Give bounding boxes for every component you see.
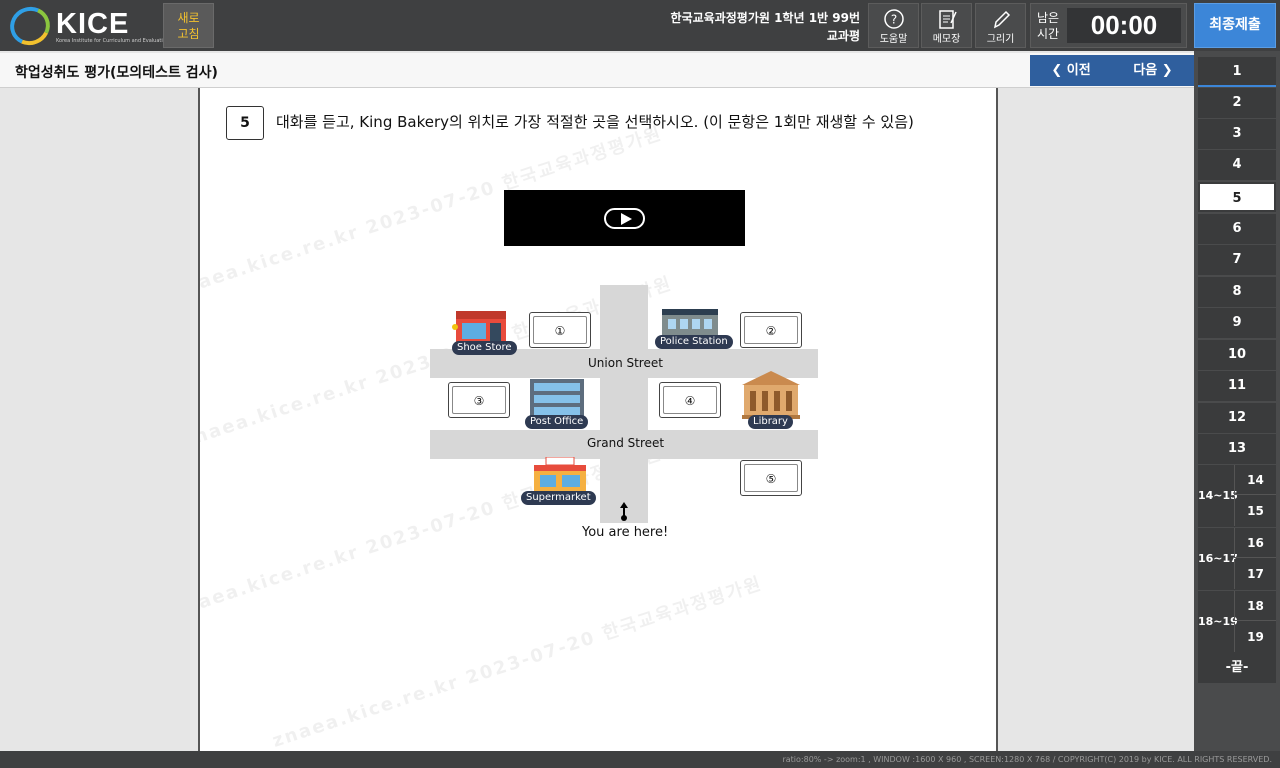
nav-question-14[interactable]: 14 [1234, 465, 1276, 495]
nav-question-9[interactable]: 9 [1198, 308, 1276, 338]
grand-street-label: Grand Street [587, 436, 665, 450]
union-street-label: Union Street [588, 356, 663, 370]
choice-5[interactable]: ⑤ [740, 460, 802, 496]
student-info: 한국교육과정평가원 1학년 1반 99번 교과평 [671, 9, 860, 45]
library-label: Library [748, 415, 793, 429]
nav-question-1[interactable]: 1 [1198, 57, 1276, 87]
help-icon: ? [869, 4, 918, 30]
nav-question-10[interactable]: 10 [1198, 340, 1276, 370]
choice-4-label: ④ [663, 386, 717, 414]
location-marker-icon [619, 502, 629, 526]
final-submit-button[interactable]: 최종제출 [1194, 3, 1276, 48]
prev-button[interactable]: ❮ 이전 [1030, 55, 1112, 86]
nav-question-19[interactable]: 19 [1234, 622, 1276, 652]
nav-group-18-19: 18~19 18 19 [1198, 591, 1276, 653]
logo-subtitle: Korea Institute for Curriculum and Evalu… [56, 38, 169, 44]
memo-button[interactable]: 메모장 [921, 3, 972, 48]
memo-label: 메모장 [932, 34, 961, 45]
help-label: 도움말 [879, 34, 908, 45]
question-content: znaea.kice.re.kr 2023-07-20 한국교육과정평가원 zn… [198, 88, 998, 751]
choice-3[interactable]: ③ [448, 382, 510, 418]
choice-3-label: ③ [452, 386, 506, 414]
nav-question-16[interactable]: 16 [1234, 528, 1276, 558]
refresh-label-2: 고침 [177, 27, 200, 41]
help-button[interactable]: ? 도움말 [868, 3, 919, 48]
audio-player[interactable] [504, 190, 745, 246]
group-label: 14~15 [1198, 489, 1238, 502]
nav-group-14-15: 14~15 14 15 [1198, 465, 1276, 527]
question-number: 5 [226, 106, 264, 140]
kice-logo: KICE Korea Institute for Curriculum and … [4, 1, 169, 51]
student-name: 교과평 [826, 29, 860, 43]
next-button[interactable]: 다음 ❯ [1112, 55, 1194, 86]
watermark: znaea.kice.re.kr 2023-07-20 한국교육과정평가원 [269, 573, 766, 751]
nav-question-4[interactable]: 4 [1198, 150, 1276, 180]
top-bar: KICE Korea Institute for Curriculum and … [0, 0, 1280, 51]
timer-value: 00:00 [1067, 8, 1181, 43]
test-title: 학업성취도 평가(모의테스트 검사) [15, 65, 218, 81]
pen-icon [976, 4, 1025, 30]
nav-question-12[interactable]: 12 [1198, 403, 1276, 433]
group-label: 18~19 [1198, 615, 1238, 628]
refresh-button[interactable]: 새로 고침 [163, 3, 214, 48]
supermarket-icon [532, 456, 588, 495]
draw-button[interactable]: 그리기 [975, 3, 1026, 48]
refresh-label-1: 새로 [177, 11, 200, 25]
supermarket-label: Supermarket [521, 491, 596, 505]
post-office-label: Post Office [525, 415, 589, 429]
shoe-store-label: Shoe Store [452, 341, 517, 355]
choice-5-label: ⑤ [744, 464, 798, 492]
nav-question-18[interactable]: 18 [1234, 591, 1276, 621]
choice-1-label: ① [533, 316, 587, 344]
nav-question-17[interactable]: 17 [1234, 559, 1276, 589]
you-are-here-label: You are here! [582, 525, 669, 540]
test-header: 학업성취도 평가(모의테스트 검사) ❮ 이전 다음 ❯ [0, 53, 1194, 88]
footer: ratio:80% -> zoom:1 , WINDOW :1600 X 960… [0, 751, 1280, 768]
nav-question-13[interactable]: 13 [1198, 434, 1276, 464]
play-icon[interactable] [604, 208, 645, 229]
nav-question-5[interactable]: 5 [1198, 182, 1276, 212]
timer-label: 남은 시간 [1037, 11, 1060, 41]
group-label: 16~17 [1198, 552, 1238, 565]
remaining-time: 남은 시간 00:00 [1030, 3, 1187, 48]
nav-group-16-17: 16~17 16 17 [1198, 528, 1276, 590]
draw-label: 그리기 [986, 34, 1015, 45]
choice-2[interactable]: ② [740, 312, 802, 348]
nav-question-15[interactable]: 15 [1234, 496, 1276, 526]
choice-4[interactable]: ④ [659, 382, 721, 418]
nav-question-7[interactable]: 7 [1198, 245, 1276, 275]
nav-question-8[interactable]: 8 [1198, 277, 1276, 307]
logo-text: KICE [56, 8, 130, 40]
logo-ring-icon [4, 1, 56, 51]
nav-end[interactable]: -끝- [1198, 653, 1276, 683]
svg-text:?: ? [890, 13, 896, 27]
question-text: 대화를 듣고, King Bakery의 위치로 가장 적절한 곳을 선택하시오… [276, 113, 914, 131]
nav-question-3[interactable]: 3 [1198, 119, 1276, 149]
student-school-class: 한국교육과정평가원 1학년 1반 99번 [670, 11, 860, 25]
memo-icon [922, 4, 971, 30]
nav-question-6[interactable]: 6 [1198, 214, 1276, 244]
police-station-label: Police Station [655, 335, 733, 349]
question-navigator: 1 2 3 4 5 6 7 8 9 10 11 12 13 14~15 14 1… [1194, 51, 1280, 751]
nav-question-2[interactable]: 2 [1198, 88, 1276, 118]
choice-2-label: ② [744, 316, 798, 344]
choice-1[interactable]: ① [529, 312, 591, 348]
vertical-road [600, 285, 648, 523]
town-map: Union Street Grand Street Shoe Store Pol… [430, 285, 822, 555]
nav-question-11[interactable]: 11 [1198, 371, 1276, 401]
